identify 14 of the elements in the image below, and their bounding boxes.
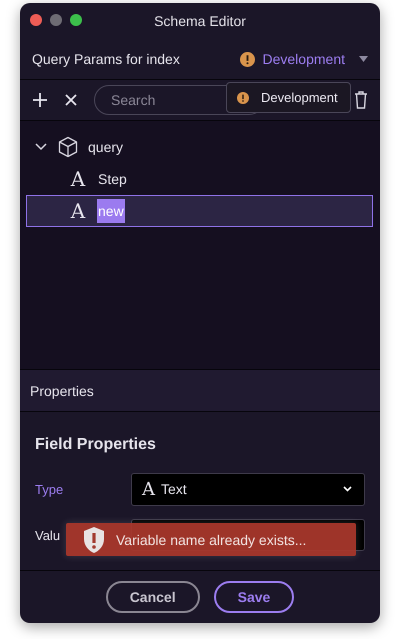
tooltip-text: Development bbox=[261, 90, 338, 105]
panel-title: Query Params for index bbox=[32, 51, 180, 67]
section-heading: Field Properties bbox=[35, 436, 157, 454]
text-type-icon: A bbox=[67, 199, 89, 223]
item-label: Step bbox=[97, 170, 128, 189]
item-label: query bbox=[87, 138, 124, 157]
window-title: Schema Editor bbox=[154, 13, 246, 29]
field-label: Valu bbox=[35, 528, 60, 542]
field-label: Type bbox=[35, 482, 64, 496]
text-type-icon: A bbox=[67, 167, 89, 191]
toast-message: Variable name already exists... bbox=[116, 532, 306, 548]
item-label: new bbox=[97, 199, 125, 223]
section-title: Properties bbox=[30, 382, 94, 398]
text-type-icon: A bbox=[142, 478, 155, 500]
